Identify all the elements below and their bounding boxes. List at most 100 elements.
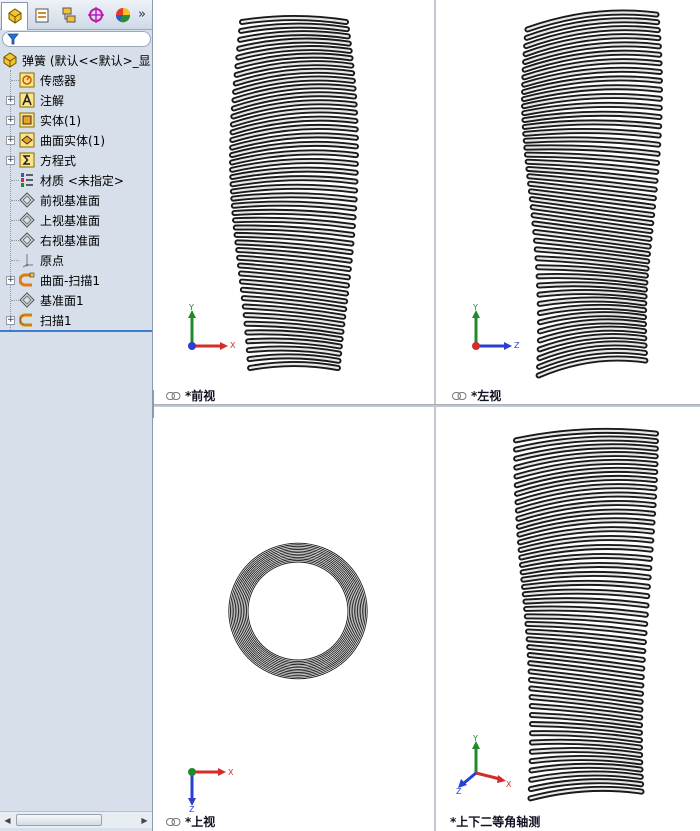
expand-toggle[interactable]: + bbox=[6, 136, 15, 145]
tree-item-label: 方程式 bbox=[40, 154, 77, 168]
viewport-label-left[interactable]: *左视 bbox=[452, 387, 501, 404]
tree-item-origin[interactable]: 原点 bbox=[0, 250, 152, 270]
viewport-label-front[interactable]: *前视 bbox=[166, 387, 215, 404]
part-icon bbox=[3, 52, 17, 68]
feature-manager-panel: » 弹簧 (默认<<默认>_显 传感器 + 注解 + 实体(1) + 曲面实体(… bbox=[0, 0, 153, 831]
axis-z-label: Z bbox=[189, 805, 195, 812]
feature-manager-tab[interactable] bbox=[1, 1, 28, 30]
tree-item-right-plane[interactable]: 右视基准面 bbox=[0, 230, 152, 250]
expand-toggle[interactable]: + bbox=[6, 156, 15, 165]
more-tabs-button[interactable]: » bbox=[136, 2, 150, 28]
feature-tree: 弹簧 (默认<<默认>_显 传感器 + 注解 + 实体(1) + 曲面实体(1)… bbox=[0, 50, 152, 330]
filter-icon bbox=[7, 33, 19, 45]
tree-item-sensors[interactable]: 传感器 bbox=[0, 70, 152, 90]
tree-item-solid-bodies[interactable]: + 实体(1) bbox=[0, 110, 152, 130]
scrollbar-thumb[interactable] bbox=[16, 814, 102, 826]
plane-icon bbox=[19, 192, 35, 208]
link-views-icon bbox=[166, 391, 181, 400]
panel-tab-bar: » bbox=[0, 0, 152, 30]
solid-body-icon bbox=[19, 112, 35, 128]
tree-item-label: 传感器 bbox=[40, 74, 77, 88]
tree-item-label: 右视基准面 bbox=[40, 234, 101, 248]
viewport-label-text: *左视 bbox=[471, 389, 502, 403]
tree-item-plane1[interactable]: 基准面1 bbox=[0, 290, 152, 310]
tree-item-front-plane[interactable]: 前视基准面 bbox=[0, 190, 152, 210]
axis-x-label: X bbox=[230, 341, 236, 350]
viewport-top[interactable]: Z X *上视 bbox=[154, 407, 434, 831]
horizontal-scrollbar[interactable]: ◀ ▶ bbox=[0, 811, 152, 828]
property-manager-icon bbox=[35, 8, 48, 22]
axis-z-label: Z bbox=[514, 341, 520, 350]
display-manager-icon bbox=[115, 7, 130, 22]
axis-x-label: X bbox=[506, 780, 512, 789]
link-views-icon bbox=[452, 391, 467, 400]
tree-root-label: 弹簧 (默认<<默认>_显 bbox=[22, 54, 151, 68]
tree-item-top-plane[interactable]: 上视基准面 bbox=[0, 210, 152, 230]
configuration-manager-tab[interactable] bbox=[55, 2, 82, 28]
annotation-icon bbox=[19, 92, 35, 108]
link-views-icon bbox=[166, 817, 181, 826]
axis-y-label: Y bbox=[472, 303, 478, 312]
tree-item-label: 材质 <未指定> bbox=[40, 174, 124, 188]
origin-icon bbox=[22, 254, 33, 268]
viewport-label-top[interactable]: *上视 bbox=[166, 813, 215, 830]
tree-item-equations[interactable]: + 方程式 bbox=[0, 150, 152, 170]
expand-toggle[interactable]: + bbox=[6, 96, 15, 105]
dimxpert-tab[interactable] bbox=[82, 2, 109, 28]
axis-x-label: X bbox=[228, 768, 234, 777]
tree-item-label: 基准面1 bbox=[40, 294, 84, 308]
dimxpert-icon bbox=[87, 6, 104, 23]
tree-connector-line bbox=[11, 300, 19, 301]
viewport-front[interactable]: Y X *前视 bbox=[154, 0, 434, 404]
surface-sweep-icon bbox=[19, 272, 35, 287]
axis-triad: Y Z bbox=[472, 303, 520, 350]
tree-item-label: 原点 bbox=[40, 254, 65, 268]
sweep-icon bbox=[19, 313, 32, 327]
axis-triad: Y X bbox=[188, 303, 236, 350]
tree-connector-line bbox=[11, 220, 19, 221]
tree-connector-line bbox=[11, 240, 19, 241]
axis-triad: Z X bbox=[188, 768, 234, 812]
viewport-label-text: *上视 bbox=[185, 815, 216, 829]
viewport-label-text: *前视 bbox=[185, 389, 216, 403]
axis-z-label: Z bbox=[456, 787, 462, 795]
equation-icon bbox=[19, 152, 35, 168]
viewport-label-iso[interactable]: *上下二等角轴测 bbox=[450, 813, 540, 830]
tree-item-sweep[interactable]: + 扫描1 bbox=[0, 310, 152, 330]
scroll-left-arrow-icon[interactable]: ◀ bbox=[1, 814, 14, 827]
configuration-manager-icon bbox=[62, 7, 75, 22]
rollback-bar[interactable] bbox=[0, 330, 152, 332]
tree-item-label: 扫描1 bbox=[40, 314, 72, 328]
scroll-right-arrow-icon[interactable]: ▶ bbox=[138, 814, 151, 827]
plane-icon bbox=[19, 212, 35, 228]
tree-connector-line bbox=[11, 260, 19, 261]
tree-item-label: 上视基准面 bbox=[40, 214, 101, 228]
tree-item-label: 曲面-扫描1 bbox=[40, 274, 100, 288]
property-manager-tab[interactable] bbox=[28, 2, 55, 28]
tree-connector-line bbox=[11, 80, 19, 81]
tree-item-annotations[interactable]: + 注解 bbox=[0, 90, 152, 110]
axis-y-label: Y bbox=[472, 735, 478, 743]
feature-manager-icon bbox=[8, 8, 21, 24]
feature-filter-input[interactable] bbox=[2, 31, 151, 47]
axis-y-label: Y bbox=[188, 303, 194, 312]
tree-connector-line bbox=[11, 180, 19, 181]
viewport-isometric[interactable]: Y X Z *上下二等角轴测 bbox=[436, 407, 700, 831]
tree-item-label: 曲面实体(1) bbox=[40, 134, 105, 148]
display-manager-tab[interactable] bbox=[109, 2, 136, 28]
expand-toggle[interactable]: + bbox=[6, 276, 15, 285]
material-icon bbox=[21, 173, 33, 187]
expand-toggle[interactable]: + bbox=[6, 316, 15, 325]
viewport-label-text: *上下二等角轴测 bbox=[450, 815, 541, 829]
tree-item-label: 前视基准面 bbox=[40, 194, 101, 208]
axis-triad: Y X Z bbox=[456, 735, 512, 795]
plane-icon bbox=[19, 292, 35, 308]
viewport-left[interactable]: Y Z *左视 bbox=[436, 0, 700, 404]
tree-item-surface-bodies[interactable]: + 曲面实体(1) bbox=[0, 130, 152, 150]
tree-root-part[interactable]: 弹簧 (默认<<默认>_显 bbox=[0, 50, 152, 70]
tree-item-material[interactable]: 材质 <未指定> bbox=[0, 170, 152, 190]
tree-item-surface-sweep[interactable]: + 曲面-扫描1 bbox=[0, 270, 152, 290]
expand-toggle[interactable]: + bbox=[6, 116, 15, 125]
surface-body-icon bbox=[19, 132, 35, 148]
sensor-icon bbox=[19, 72, 35, 88]
